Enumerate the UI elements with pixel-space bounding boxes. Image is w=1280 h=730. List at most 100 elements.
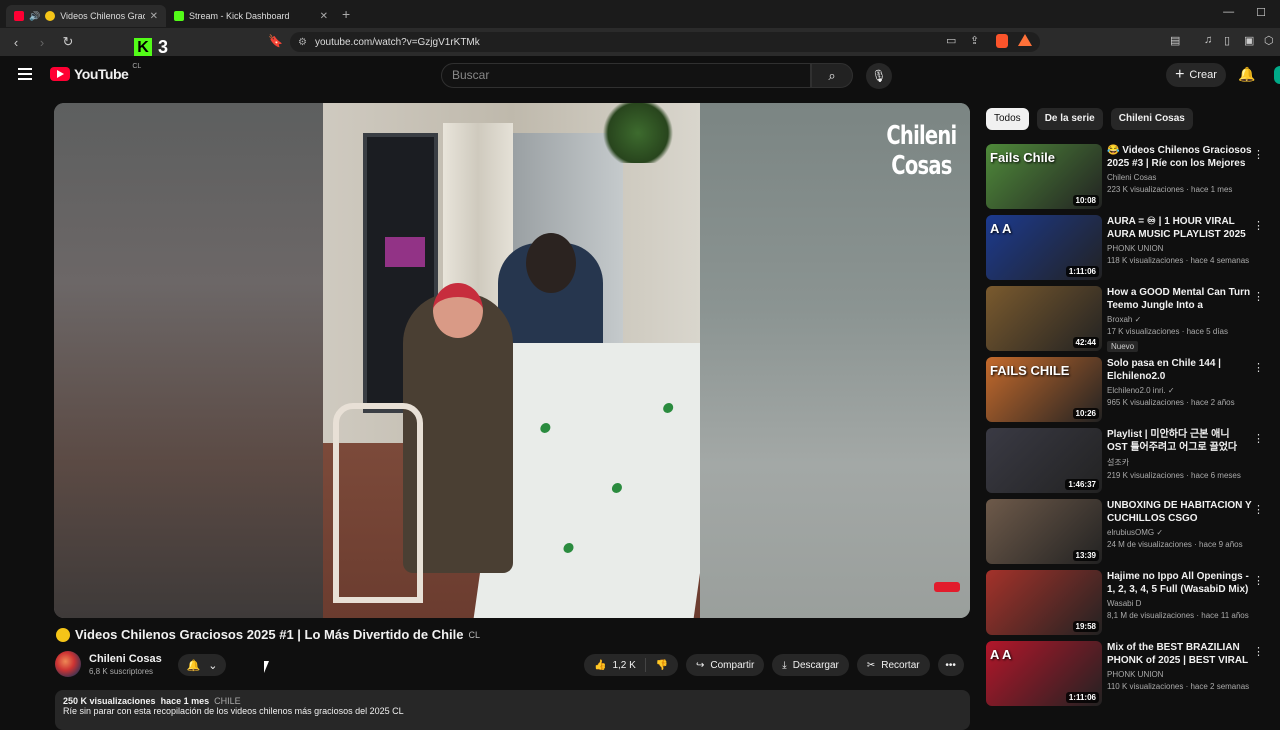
recommendation-item[interactable]: A A 1:11:06 AURA = ♾ | 1 HOUR VIRAL AURA… [986, 215, 1280, 286]
recommendation-channel[interactable]: Broxah ✓ [1107, 315, 1252, 324]
blurred-side-left [54, 103, 324, 618]
video-thumbnail[interactable]: A A 1:11:06 [986, 215, 1102, 280]
download-button[interactable]: ⤓ Descargar [772, 654, 849, 676]
recommendation-channel[interactable]: PHONK UNION [1107, 244, 1252, 253]
recommendation-info: 😂 Videos Chilenos Graciosos 2025 #3 | Rí… [1107, 144, 1252, 194]
video-thumbnail[interactable]: A A 1:11:06 [986, 641, 1102, 706]
more-options-icon[interactable]: ⋮ [1253, 574, 1264, 587]
recommendation-meta: 219 K visualizaciones · hace 6 meses [1107, 471, 1241, 480]
minimize-icon[interactable]: — [1223, 6, 1234, 19]
recommendation-item[interactable]: A A 1:11:06 Mix of the BEST BRAZILIAN PH… [986, 641, 1280, 712]
music-icon[interactable]: ♫ [1204, 34, 1212, 46]
channel-name[interactable]: Chileni Cosas [89, 653, 162, 665]
share-button[interactable]: ↪ Compartir [686, 654, 765, 676]
new-badge: Nuevo [1107, 341, 1139, 352]
recommendation-title[interactable]: Playlist | 미안하다 근본 애니 OST 틀어주려고 어그로 끌었다 [1107, 428, 1252, 454]
notifications-icon[interactable]: 🔔 [1238, 66, 1255, 83]
recommendation-title[interactable]: Hajime no Ippo All Openings - 1, 2, 3, 4… [1107, 570, 1252, 596]
recommendation-channel[interactable]: elrubiusOMG ✓ [1107, 528, 1252, 537]
video-thumbnail[interactable]: 13:39 [986, 499, 1102, 564]
duration-badge: 19:58 [1072, 621, 1099, 632]
recommendation-channel[interactable]: Chileni Cosas [1107, 173, 1252, 182]
site-info-icon[interactable]: ⚙ [298, 37, 307, 48]
duration-badge: 1:11:06 [1065, 266, 1099, 277]
video-player[interactable]: Chileni Cosas [54, 103, 970, 618]
video-thumbnail[interactable]: 42:44 [986, 286, 1102, 351]
bookmark-icon[interactable]: 🔖 [268, 34, 283, 48]
search-icon[interactable]: ⌕ [811, 63, 853, 88]
youtube-logo[interactable]: YouTube CL [50, 63, 141, 82]
recommendation-channel[interactable]: Wasabi D [1107, 599, 1252, 608]
maximize-icon[interactable]: ☐ [1256, 6, 1266, 19]
recommendation-channel[interactable]: Elchileno2.0 inri. ✓ [1107, 386, 1252, 395]
channel-avatar[interactable] [55, 651, 81, 677]
description-box[interactable]: 250 K visualizaciones hace 1 mes CHILE R… [55, 690, 970, 730]
close-tab-icon[interactable]: ✕ [150, 11, 158, 22]
recommendation-title[interactable]: AURA = ♾ | 1 HOUR VIRAL AURA MUSIC PLAYL… [1107, 215, 1252, 241]
panel-icon[interactable]: ▯ [1224, 34, 1230, 47]
clip-button[interactable]: ✂ Recortar [856, 654, 930, 676]
recommendation-info: Playlist | 미안하다 근본 애니 OST 틀어주려고 어그로 끌었다 … [1107, 428, 1252, 480]
video-thumbnail[interactable]: 19:58 [986, 570, 1102, 635]
hashtag[interactable]: CHILE [214, 696, 241, 706]
more-options-icon[interactable]: ⋮ [1253, 148, 1264, 161]
more-options-icon[interactable]: ⋮ [1253, 290, 1264, 303]
new-tab-icon[interactable]: + [342, 6, 350, 22]
more-options-icon[interactable]: ⋮ [1253, 503, 1264, 516]
search-input[interactable]: Buscar [441, 63, 811, 88]
audio-icon[interactable]: 🔊 [29, 11, 40, 22]
extensions-icon[interactable]: ⬡ [1264, 34, 1274, 47]
chip-series[interactable]: De la serie [1036, 108, 1103, 130]
share-icon[interactable]: ⇪ [970, 34, 979, 47]
recommendation-meta: 8,1 M de visualizaciones · hace 11 años [1107, 611, 1249, 620]
cast-icon[interactable]: ▭ [946, 34, 956, 47]
more-options-icon[interactable]: ⋮ [1253, 645, 1264, 658]
recommendation-channel[interactable]: 설조카 [1107, 457, 1252, 468]
url-field[interactable]: ⚙ youtube.com/watch?v=GzjgV1rKTMk [290, 32, 1040, 52]
close-tab-icon[interactable]: ✕ [320, 11, 328, 22]
dislike-button[interactable]: 👎 [646, 660, 678, 671]
video-thumbnail[interactable]: Fails Chile 10:08 [986, 144, 1102, 209]
microphone-icon[interactable]: 🎙 [866, 63, 892, 89]
brave-rewards-icon[interactable] [1018, 34, 1032, 46]
more-actions-button[interactable]: ••• [937, 654, 964, 676]
recommendation-item[interactable]: 19:58 Hajime no Ippo All Openings - 1, 2… [986, 570, 1280, 641]
chip-channel[interactable]: Chileni Cosas [1110, 108, 1193, 130]
video-thumbnail[interactable]: FAILS CHILE 10:26 [986, 357, 1102, 422]
brave-shield-icon[interactable] [996, 34, 1008, 48]
wallet-icon[interactable]: ▣ [1244, 34, 1254, 47]
tab-label: Videos Chilenos Graciosos [60, 11, 144, 21]
chip-all[interactable]: Todos [986, 108, 1029, 130]
recommendation-item[interactable]: 1:46:37 Playlist | 미안하다 근본 애니 OST 틀어주려고 … [986, 428, 1280, 499]
recommendation-title[interactable]: UNBOXING DE HABITACION Y CUCHILLOS CSGO [1107, 499, 1252, 525]
account-avatar[interactable] [1274, 66, 1280, 84]
create-button[interactable]: + Crear [1166, 63, 1226, 87]
recommendation-item[interactable]: 42:44 How a GOOD Mental Can Turn Teemo J… [986, 286, 1280, 357]
recommendation-title[interactable]: Solo pasa en Chile 144 | Elchileno2.0 [1107, 357, 1252, 383]
forward-icon[interactable]: › [32, 35, 52, 50]
more-options-icon[interactable]: ⋮ [1253, 432, 1264, 445]
recommendation-title[interactable]: How a GOOD Mental Can Turn Teemo Jungle … [1107, 286, 1252, 312]
tab-youtube[interactable]: 🔊 Videos Chilenos Graciosos ✕ [6, 5, 166, 27]
recommendation-item[interactable]: Fails Chile 10:08 😂 Videos Chilenos Grac… [986, 144, 1280, 215]
recommendation-title[interactable]: 😂 Videos Chilenos Graciosos 2025 #3 | Rí… [1107, 144, 1252, 170]
subscribe-watermark-icon[interactable] [934, 582, 960, 592]
sidebar-toggle-icon[interactable]: ▤ [1170, 34, 1180, 47]
menu-icon[interactable] [18, 68, 32, 80]
more-options-icon[interactable]: ⋮ [1253, 219, 1264, 232]
duration-badge: 1:11:06 [1065, 692, 1099, 703]
tab-kick[interactable]: Stream - Kick Dashboard ✕ [166, 5, 336, 27]
recommendation-item[interactable]: 13:39 UNBOXING DE HABITACION Y CUCHILLOS… [986, 499, 1280, 570]
video-meta: 250 K visualizaciones hace 1 mes CHILE [63, 696, 962, 706]
recommendation-item[interactable]: FAILS CHILE 10:26 Solo pasa en Chile 144… [986, 357, 1280, 428]
notifications-dropdown-button[interactable]: 🔔 ⌄ [178, 654, 226, 676]
recommendation-channel[interactable]: PHONK UNION [1107, 670, 1252, 679]
reload-icon[interactable]: ↻ [58, 34, 78, 50]
like-button[interactable]: 👍 1,2 K [584, 658, 646, 672]
recommendation-title[interactable]: Mix of the BEST BRAZILIAN PHONK of 2025 … [1107, 641, 1252, 667]
more-options-icon[interactable]: ⋮ [1253, 361, 1264, 374]
thumbs-up-icon: 👍 [594, 659, 607, 671]
recommendation-meta: 24 M de visualizaciones · hace 9 años [1107, 540, 1243, 549]
video-thumbnail[interactable]: 1:46:37 [986, 428, 1102, 493]
back-icon[interactable]: ‹ [6, 35, 26, 50]
